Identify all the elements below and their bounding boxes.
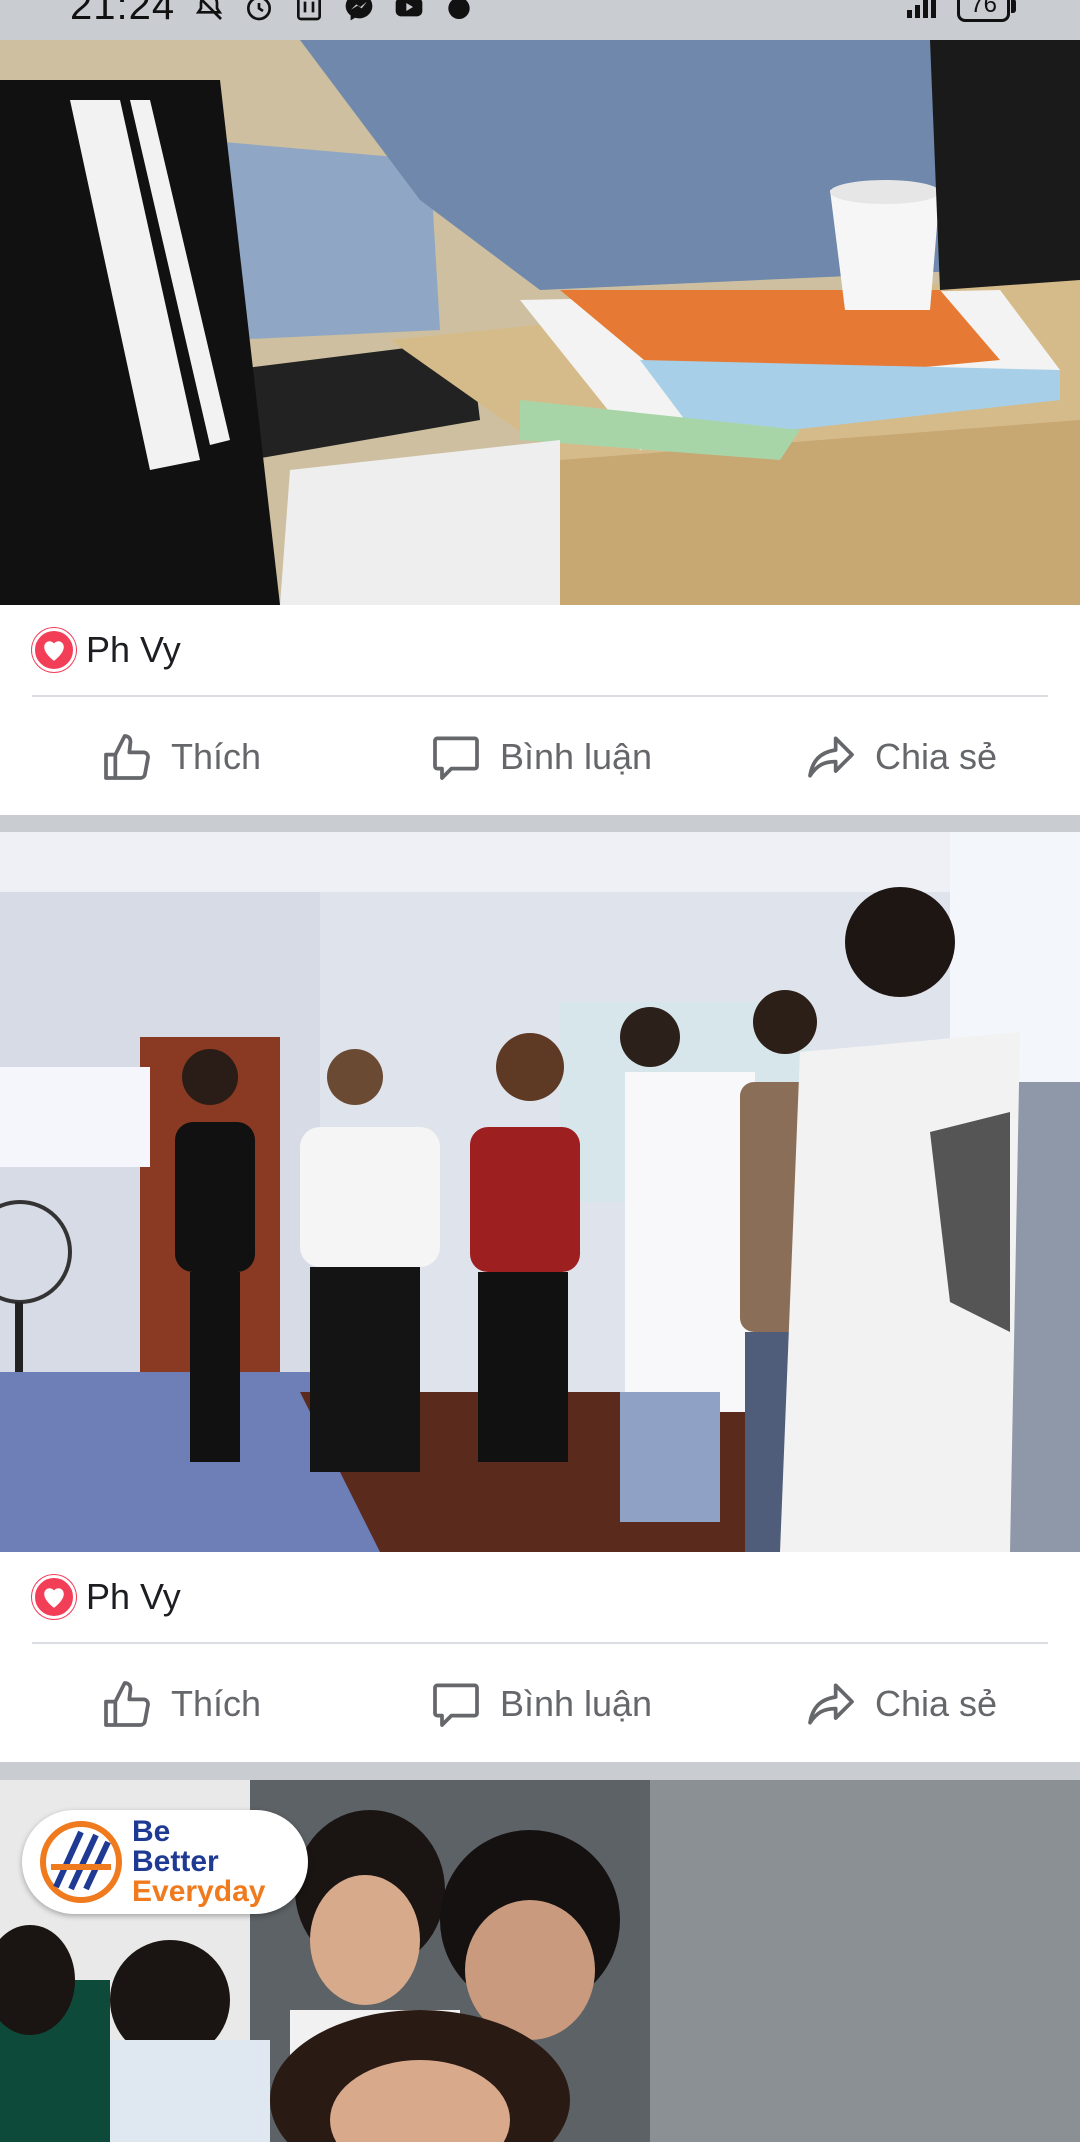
share-button[interactable]: Chia sẻ <box>720 729 1080 785</box>
logo-line-1: Be <box>132 1815 171 1848</box>
share-button[interactable]: Chia sẻ <box>720 1676 1080 1732</box>
share-label: Chia sẻ <box>874 1683 998 1724</box>
comment-button[interactable]: Bình luận <box>360 729 720 785</box>
comment-icon <box>433 736 479 780</box>
battery-indicator: 76 <box>957 0 1016 22</box>
post-footer: Ph Vy Thích Bình luận Chia sẻ <box>0 1552 1080 1762</box>
signal-icon <box>907 0 937 18</box>
reactions-summary[interactable]: Ph Vy <box>0 1552 1080 1642</box>
post-photo[interactable] <box>0 832 1080 1552</box>
comment-label: Bình luận <box>499 1683 653 1724</box>
logo-mark-icon <box>40 1821 122 1903</box>
battery-level: 76 <box>970 0 997 18</box>
share-icon <box>808 1683 854 1725</box>
logo-line-3: Everyday <box>132 1875 266 1908</box>
reactions-summary[interactable]: Ph Vy <box>0 605 1080 695</box>
thumbs-up-icon <box>104 734 150 780</box>
post-footer: Ph Vy Thích Bình luận Chia sẻ <box>0 605 1080 815</box>
like-button[interactable]: Thích <box>0 729 360 785</box>
alarm-icon <box>247 0 272 20</box>
comment-label: Bình luận <box>499 736 653 777</box>
logo-line-2: Better <box>132 1845 219 1878</box>
reactor-name: Ph Vy <box>86 1576 181 1617</box>
status-bar: 21:24 76 <box>0 0 1080 40</box>
logo-text: Be Better Everyday <box>132 1817 265 1907</box>
comment-icon <box>433 1683 479 1727</box>
classroom-desk-photo <box>0 40 1080 605</box>
notification-muted-icon <box>195 0 223 20</box>
post-actions: Thích Bình luận Chia sẻ <box>0 1644 1080 1764</box>
like-label: Thích <box>170 736 262 777</box>
comment-button[interactable]: Bình luận <box>360 1676 720 1732</box>
thumbs-up-icon <box>104 1681 150 1727</box>
like-button[interactable]: Thích <box>0 1676 360 1732</box>
nfc-icon <box>297 0 322 20</box>
like-label: Thích <box>170 1683 262 1724</box>
status-time: 21:24 <box>70 0 176 28</box>
post-photo[interactable] <box>0 40 1080 605</box>
reactor-name: Ph Vy <box>86 629 181 670</box>
share-icon <box>808 736 854 778</box>
post-actions: Thích Bình luận Chia sẻ <box>0 697 1080 817</box>
youtube-icon <box>395 0 423 16</box>
be-better-everyday-logo: Be Better Everyday <box>22 1810 308 1914</box>
messenger-icon <box>345 0 373 20</box>
status-bar-right: 76 <box>885 0 1016 22</box>
heart-reaction-icon <box>32 628 76 672</box>
app-notification-icon <box>448 0 470 19</box>
group-presentation-photo <box>0 832 1080 1552</box>
status-bar-left: 21:24 <box>70 0 475 29</box>
share-label: Chia sẻ <box>874 736 998 777</box>
post-photo[interactable]: Be Better Everyday <box>0 1780 1080 2142</box>
heart-reaction-icon <box>32 1575 76 1619</box>
